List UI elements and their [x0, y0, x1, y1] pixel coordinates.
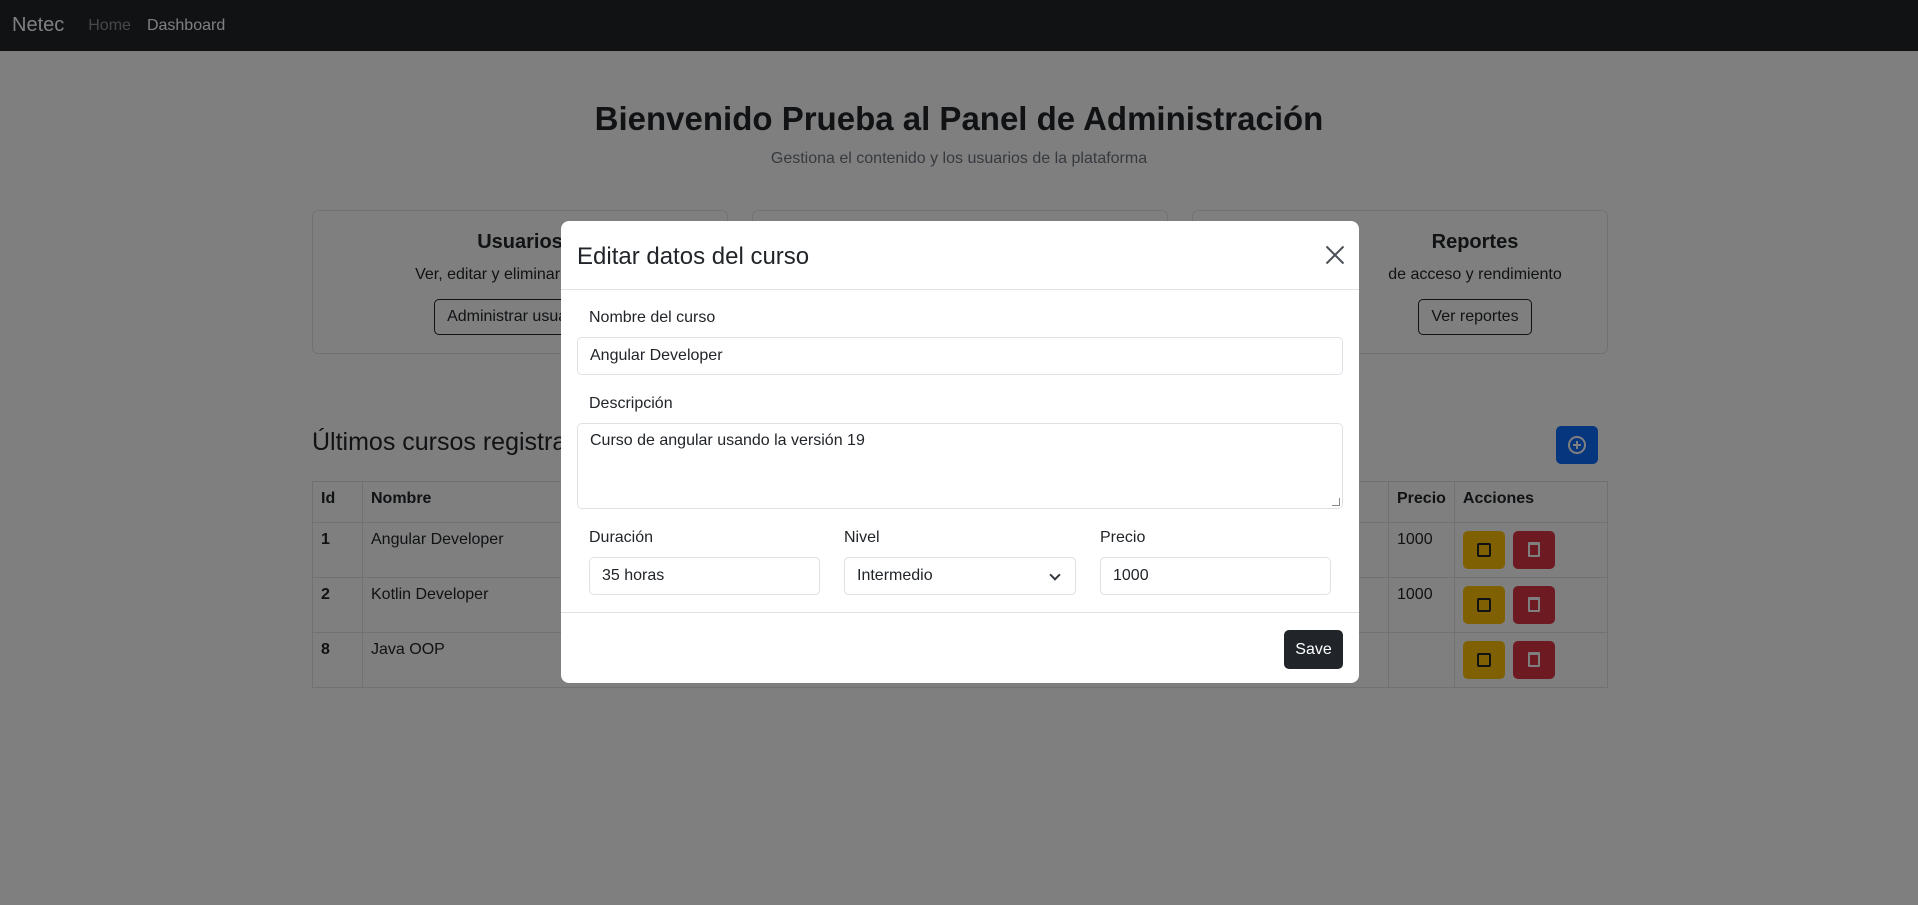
course-name-input[interactable]: Angular Developer [577, 337, 1343, 375]
modal-footer: Save [561, 612, 1359, 683]
modal-header: Editar datos del curso [561, 221, 1359, 290]
level-label: Nivel [844, 529, 880, 546]
description-text: Curso de angular usando la versión 19 [590, 432, 865, 449]
chevron-down-icon [1049, 569, 1061, 581]
resize-handle-icon[interactable] [1332, 498, 1340, 506]
modal-title: Editar datos del curso [577, 243, 810, 270]
save-button[interactable]: Save [1284, 630, 1343, 669]
close-icon[interactable] [1325, 245, 1345, 265]
price-label: Precio [1100, 529, 1146, 546]
price-input[interactable]: 1000 [1100, 557, 1331, 595]
description-textarea[interactable]: Curso de angular usando la versión 19 [577, 423, 1343, 509]
description-label: Descripción [589, 395, 673, 412]
course-name-label: Nombre del curso [589, 309, 716, 326]
duration-input[interactable]: 35 horas [589, 557, 820, 595]
level-selected-value: Intermedio [857, 567, 933, 584]
duration-label: Duración [589, 529, 654, 546]
level-select[interactable]: Intermedio [844, 557, 1076, 595]
edit-course-modal: Editar datos del curso Nombre del curso … [561, 221, 1359, 683]
